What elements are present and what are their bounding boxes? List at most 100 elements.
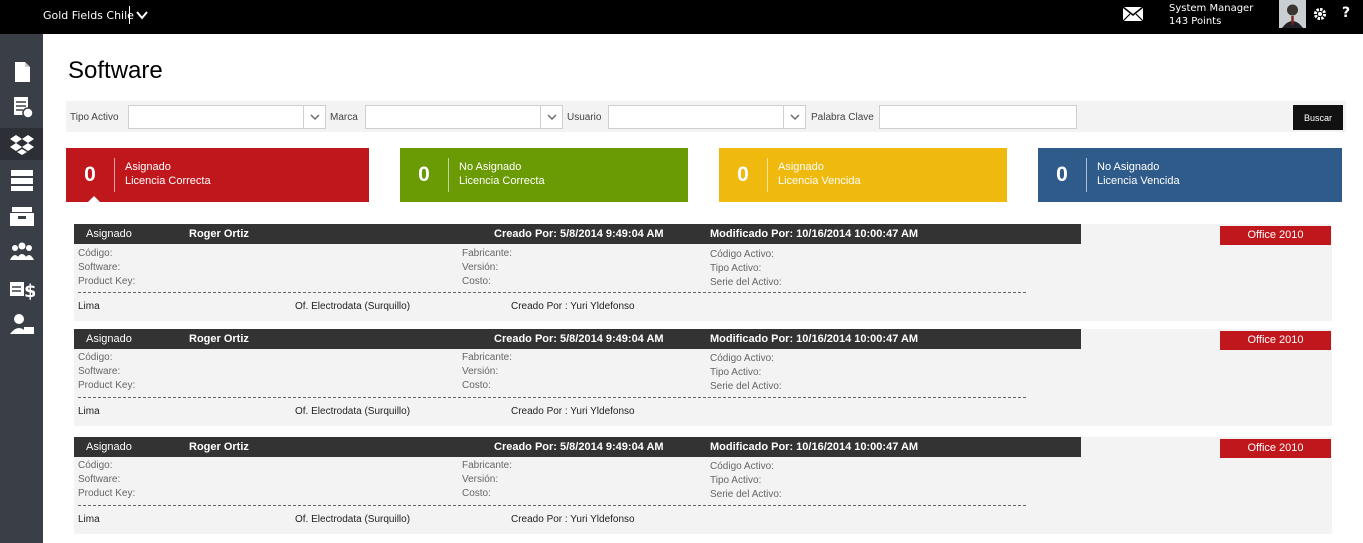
sidebar-item-user-desk[interactable]: [0, 308, 43, 340]
record-office: Of. Electrodata (Surquillo): [295, 514, 411, 525]
tile-label-2: Licencia Vencida: [1097, 175, 1180, 187]
record-created: Creado Por: 5/8/2014 9:49:04 AM: [494, 228, 664, 240]
record-location: Lima: [78, 406, 100, 417]
svg-text:$: $: [24, 281, 35, 301]
field-serie-activo: Serie del Activo:: [710, 381, 782, 392]
tile-label-1: Asignado: [778, 161, 824, 173]
software-record[interactable]: Asignado Roger Ortiz Creado Por: 5/8/201…: [74, 329, 1332, 426]
record-status: Asignado: [86, 333, 132, 345]
sidebar-item-archive[interactable]: [0, 200, 43, 232]
tile-label-2: Licencia Correcta: [125, 175, 211, 187]
record-office: Of. Electrodata (Surquillo): [295, 301, 411, 312]
filter-bar: Tipo Activo Marca Usuario Palabra Clave …: [66, 101, 1346, 132]
record-user[interactable]: Roger Ortiz: [189, 228, 249, 240]
chevron-down-icon[interactable]: [783, 106, 805, 128]
company-name[interactable]: Gold Fields Chile: [43, 9, 134, 22]
tipo-activo-select[interactable]: [128, 105, 326, 129]
record-user[interactable]: Roger Ortiz: [189, 333, 249, 345]
field-software: Software:: [78, 474, 121, 485]
user-points: 143 Points: [1169, 16, 1222, 27]
record-creator: Creado Por : Yuri Yldefonso: [511, 301, 635, 312]
record-header: Asignado Roger Ortiz Creado Por: 5/8/201…: [74, 329, 1081, 349]
field-product-key: Product Key:: [78, 488, 136, 499]
avatar[interactable]: [1279, 0, 1306, 28]
tile-label-1: No Asignado: [1097, 161, 1160, 173]
field-tipo-activo: Tipo Activo:: [710, 263, 762, 274]
field-codigo-activo: Código Activo:: [710, 249, 774, 260]
record-tag[interactable]: Office 2010: [1220, 226, 1331, 245]
field-costo: Costo:: [462, 488, 491, 499]
field-costo: Costo:: [462, 276, 491, 287]
tile-no-asignado-vencida[interactable]: 0 No Asignado Licencia Vencida: [1038, 148, 1342, 202]
palabra-clave-input[interactable]: [879, 105, 1077, 129]
invoice-icon: [13, 97, 34, 119]
record-header: Asignado Roger Ortiz Creado Por: 5/8/201…: [74, 224, 1081, 244]
sidebar: $: [0, 34, 43, 543]
record-office: Of. Electrodata (Surquillo): [295, 406, 411, 417]
usuario-select[interactable]: [608, 105, 806, 129]
record-creator: Creado Por : Yuri Yldefonso: [511, 406, 635, 417]
company-divider: [129, 6, 130, 24]
record-status: Asignado: [86, 441, 132, 453]
tile-count: 0: [84, 163, 96, 186]
tile-count: 0: [737, 163, 749, 186]
field-version: Versión:: [462, 474, 499, 485]
record-modified: Modificado Por: 10/16/2014 10:00:47 AM: [710, 228, 919, 240]
user-name[interactable]: System Manager: [1169, 2, 1253, 15]
field-codigo-activo: Código Activo:: [710, 461, 774, 472]
users-icon: [9, 242, 34, 260]
software-record[interactable]: Asignado Roger Ortiz Creado Por: 5/8/201…: [74, 437, 1332, 534]
marca-select[interactable]: [365, 105, 563, 129]
mail-icon[interactable]: [1122, 5, 1144, 23]
tile-label-1: Asignado: [125, 161, 171, 173]
chevron-down-icon[interactable]: [540, 106, 562, 128]
help-icon[interactable]: ?: [1342, 5, 1350, 21]
tile-divider: [767, 158, 768, 192]
record-creator: Creado Por : Yuri Yldefonso: [511, 514, 635, 525]
record-created: Creado Por: 5/8/2014 9:49:04 AM: [494, 441, 664, 453]
field-costo: Costo:: [462, 380, 491, 391]
tile-label-2: Licencia Vencida: [778, 175, 861, 187]
document-icon: [14, 62, 30, 82]
tipo-activo-label: Tipo Activo: [70, 112, 119, 123]
sidebar-item-invoices[interactable]: [0, 91, 43, 123]
sidebar-item-software[interactable]: [0, 128, 43, 160]
page-title: Software: [68, 57, 163, 84]
chevron-down-icon[interactable]: [134, 7, 150, 23]
server-icon: [10, 170, 33, 191]
software-record[interactable]: Asignado Roger Ortiz Creado Por: 5/8/201…: [74, 224, 1332, 321]
record-header: Asignado Roger Ortiz Creado Por: 5/8/201…: [74, 437, 1081, 457]
sidebar-item-costs[interactable]: $: [0, 272, 43, 304]
sidebar-item-servers[interactable]: [0, 164, 43, 196]
record-divider: [78, 292, 1026, 293]
sidebar-item-users[interactable]: [0, 236, 43, 268]
record-tag[interactable]: Office 2010: [1220, 439, 1331, 458]
archive-icon: [9, 207, 34, 226]
field-fabricante: Fabricante:: [462, 460, 513, 471]
tile-asignado-vencida[interactable]: 0 Asignado Licencia Vencida: [719, 148, 1007, 202]
record-created: Creado Por: 5/8/2014 9:49:04 AM: [494, 333, 664, 345]
record-status: Asignado: [86, 228, 132, 240]
field-codigo-activo: Código Activo:: [710, 353, 774, 364]
record-modified: Modificado Por: 10/16/2014 10:00:47 AM: [710, 333, 919, 345]
record-tag[interactable]: Office 2010: [1220, 331, 1331, 350]
tile-asignado-correcta[interactable]: 0 Asignado Licencia Correcta: [66, 148, 369, 202]
user-desk-icon: [9, 314, 34, 334]
record-location: Lima: [78, 301, 100, 312]
field-fabricante: Fabricante:: [462, 352, 513, 363]
chevron-down-icon[interactable]: [303, 106, 325, 128]
search-button[interactable]: Buscar: [1293, 105, 1343, 130]
tile-label-2: Licencia Correcta: [459, 175, 545, 187]
record-modified: Modificado Por: 10/16/2014 10:00:47 AM: [710, 441, 919, 453]
gear-icon[interactable]: [1313, 7, 1327, 21]
sidebar-item-documents[interactable]: [0, 56, 43, 88]
record-user[interactable]: Roger Ortiz: [189, 441, 249, 453]
field-version: Versión:: [462, 262, 499, 273]
tile-no-asignado-correcta[interactable]: 0 No Asignado Licencia Correcta: [400, 148, 688, 202]
field-product-key: Product Key:: [78, 276, 136, 287]
field-tipo-activo: Tipo Activo:: [710, 475, 762, 486]
field-software: Software:: [78, 366, 121, 377]
field-codigo: Código:: [78, 248, 113, 259]
field-serie-activo: Serie del Activo:: [710, 489, 782, 500]
field-fabricante: Fabricante:: [462, 248, 513, 259]
